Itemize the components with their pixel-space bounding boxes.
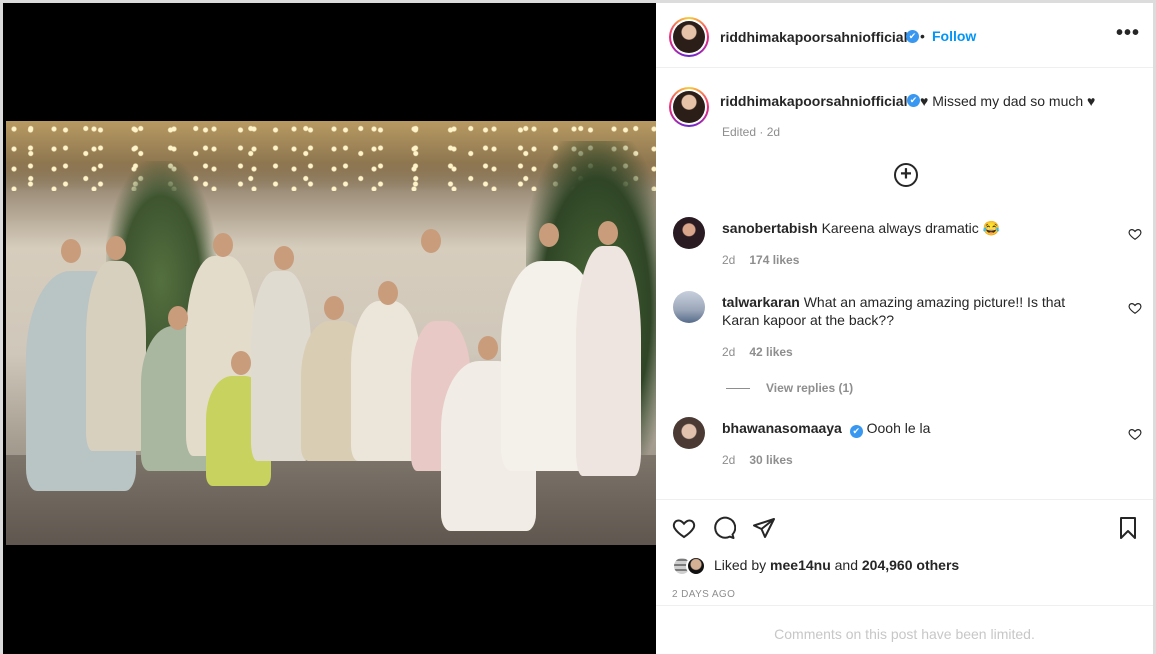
caption-meta: Edited · 2d bbox=[722, 125, 781, 139]
photo-head bbox=[168, 306, 188, 330]
comment-text: Kareena always dramatic 😂 bbox=[821, 220, 1001, 236]
likes-count[interactable]: 204,960 others bbox=[862, 557, 959, 573]
commenter-avatar[interactable] bbox=[673, 291, 705, 323]
photo-head bbox=[539, 223, 559, 247]
comment-likes[interactable]: 30 likes bbox=[749, 453, 792, 467]
post-timestamp[interactable]: 2 DAYS AGO bbox=[672, 589, 735, 600]
photo-head bbox=[61, 239, 81, 263]
caption-avatar-frame bbox=[671, 89, 707, 125]
post-caption: riddhimakapoorsahniofficial ✔ ♥ Missed m… bbox=[656, 87, 1153, 147]
post-header: riddhimakapoorsahniofficial ✔ • Follow •… bbox=[656, 6, 1153, 68]
commenter-avatar[interactable] bbox=[673, 417, 705, 449]
likes-prefix: Liked by bbox=[714, 557, 767, 573]
photo-head bbox=[478, 336, 498, 360]
comment-time: 2d bbox=[722, 453, 736, 467]
comment-meta: 2d 174 likes bbox=[722, 253, 799, 267]
likes-middle: and bbox=[834, 557, 858, 573]
bookmark-icon[interactable] bbox=[1116, 516, 1140, 540]
load-more-comments-icon[interactable]: + bbox=[894, 163, 918, 187]
comment-body: bhawanasomaaya ✔ Oooh le la bbox=[722, 419, 1102, 438]
commenter-username[interactable]: talwarkaran bbox=[722, 294, 800, 310]
comment-time: 2d bbox=[722, 253, 736, 267]
comment-like-heart-icon[interactable] bbox=[1128, 301, 1142, 315]
view-replies-label: View replies (1) bbox=[766, 381, 854, 395]
author-username[interactable]: riddhimakapoorsahniofficial bbox=[720, 29, 907, 45]
likes-text[interactable]: Liked by mee14nu and 204,960 others bbox=[714, 557, 959, 573]
comment-meta: 2d 42 likes bbox=[722, 345, 793, 359]
comment-body: sanobertabish Kareena always dramatic 😂 bbox=[722, 219, 1102, 237]
author-avatar-frame bbox=[671, 19, 707, 55]
photo-head bbox=[274, 246, 294, 270]
header-separator: • bbox=[920, 28, 925, 44]
post-media-pane bbox=[0, 0, 659, 654]
heart-icon[interactable] bbox=[672, 516, 696, 540]
author-avatar[interactable] bbox=[669, 17, 709, 57]
photo-person bbox=[576, 246, 641, 476]
liker-avatar bbox=[686, 556, 706, 576]
post-action-bar bbox=[656, 499, 1153, 551]
commenter-avatar[interactable] bbox=[673, 217, 705, 249]
comment-like-heart-icon[interactable] bbox=[1128, 227, 1142, 241]
photo-person bbox=[86, 261, 146, 451]
follow-button[interactable]: Follow bbox=[932, 28, 976, 44]
share-icon[interactable] bbox=[752, 516, 776, 540]
replies-line bbox=[726, 388, 750, 390]
photo-head bbox=[598, 221, 618, 245]
liker-username[interactable]: mee14nu bbox=[770, 557, 831, 573]
likes-summary: Liked by mee14nu and 204,960 others bbox=[672, 555, 1142, 577]
photo-head bbox=[231, 351, 251, 375]
comment-icon[interactable] bbox=[712, 516, 736, 540]
author-avatar-image bbox=[673, 21, 705, 53]
caption-avatar[interactable] bbox=[669, 87, 709, 127]
photo-head bbox=[378, 281, 398, 305]
comments-limited-notice: Comments on this post have been limited. bbox=[656, 605, 1153, 654]
verified-badge-icon: ✔ bbox=[906, 30, 919, 43]
photo-head bbox=[213, 233, 233, 257]
comment-likes[interactable]: 174 likes bbox=[749, 253, 799, 267]
caption-username[interactable]: riddhimakapoorsahniofficial bbox=[720, 93, 907, 109]
photo-head bbox=[421, 229, 441, 253]
comment-like-heart-icon[interactable] bbox=[1128, 427, 1142, 441]
post-side-panel: riddhimakapoorsahniofficial ✔ • Follow •… bbox=[656, 0, 1156, 654]
comment-likes[interactable]: 42 likes bbox=[749, 345, 792, 359]
photo-head bbox=[106, 236, 126, 260]
comment-text: Oooh le la bbox=[866, 420, 931, 436]
caption-text: ♥ Missed my dad so much ♥ bbox=[920, 93, 1096, 109]
post-photo[interactable] bbox=[6, 121, 659, 545]
commenter-username[interactable]: bhawanasomaaya bbox=[722, 420, 842, 436]
more-options-icon[interactable]: ••• bbox=[1116, 22, 1140, 45]
verified-badge-icon: ✔ bbox=[849, 425, 863, 438]
comment-time: 2d bbox=[722, 345, 736, 359]
photo-head bbox=[324, 296, 344, 320]
view-replies-button[interactable]: View replies (1) bbox=[726, 381, 853, 395]
caption-avatar-image bbox=[673, 91, 705, 123]
comment-meta: 2d 30 likes bbox=[722, 453, 793, 467]
commenter-username[interactable]: sanobertabish bbox=[722, 220, 818, 236]
verified-badge-icon: ✔ bbox=[907, 94, 920, 107]
comment-body: talwarkaran What an amazing amazing pict… bbox=[722, 293, 1102, 329]
